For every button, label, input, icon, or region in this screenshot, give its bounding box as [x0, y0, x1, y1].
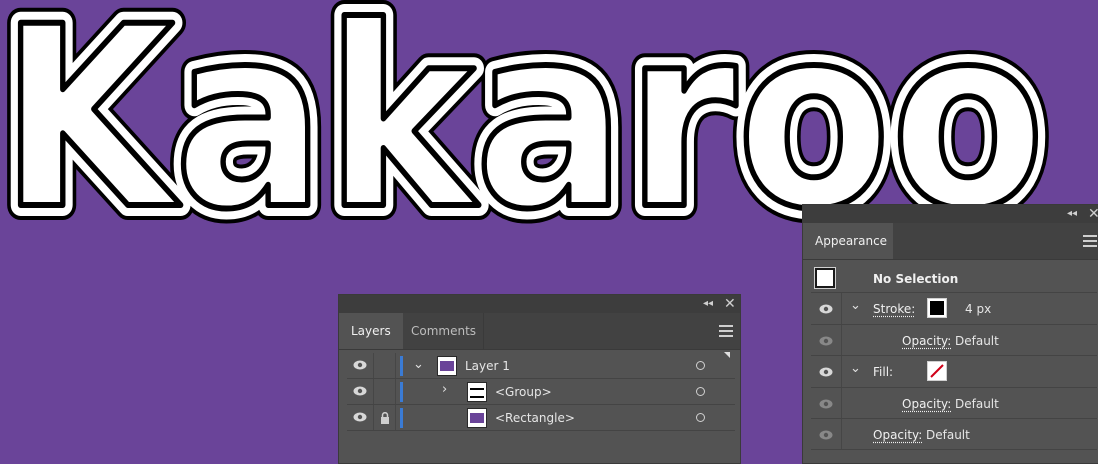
close-icon[interactable]: ✕ [1088, 205, 1098, 223]
tab-layers[interactable]: Layers [339, 313, 403, 349]
target-circle-icon[interactable] [696, 413, 705, 422]
layer-name[interactable]: <Rectangle> [495, 405, 575, 431]
collapse-panel-icon[interactable]: ◂◂ [703, 295, 713, 313]
fill-none-swatch[interactable] [927, 361, 947, 381]
selection-label: No Selection [873, 272, 959, 286]
group-thumbnail [467, 382, 487, 402]
eye-icon[interactable] [819, 336, 833, 346]
eye-icon[interactable] [819, 304, 833, 314]
chevron-down-icon[interactable]: ⌄ [850, 298, 861, 313]
appearance-panel: ◂◂ ✕ Appearance No Selection ⌄ Stroke: 4… [802, 204, 1098, 464]
stroke-label[interactable]: Stroke: [873, 302, 915, 316]
panel-menu-icon[interactable] [719, 325, 733, 337]
stroke-opacity-row[interactable]: Opacity: Default [811, 325, 1097, 356]
panel-titlebar[interactable]: ◂◂ ✕ [803, 205, 1098, 223]
fill-label[interactable]: Fill: [873, 365, 893, 379]
column-divider [395, 353, 396, 378]
opacity-value: Default [955, 397, 999, 411]
stroke-weight[interactable]: 4 px [965, 302, 991, 316]
panel-menu-icon[interactable] [1083, 235, 1097, 247]
eye-icon[interactable] [819, 430, 833, 440]
eye-icon[interactable] [819, 367, 833, 377]
tab-comments[interactable]: Comments [399, 313, 484, 349]
stroke-row[interactable]: ⌄ Stroke: 4 px [811, 293, 1097, 325]
close-icon[interactable]: ✕ [724, 295, 736, 313]
selection-row: No Selection [811, 265, 1097, 293]
opacity-value: Default [955, 334, 999, 348]
tab-appearance[interactable]: Appearance [803, 223, 893, 259]
layers-panel: ◂◂ ✕ Layers Comments ⌄ Layer 1 › <Group> [338, 294, 741, 464]
opacity-label[interactable]: Opacity: [902, 334, 951, 348]
layer-thumbnail [437, 356, 457, 376]
stroke-color-swatch[interactable] [927, 298, 947, 318]
eye-icon[interactable] [819, 399, 833, 409]
chevron-down-icon[interactable]: ⌄ [850, 361, 861, 376]
layer-color-bar [400, 408, 403, 428]
column-divider [395, 405, 396, 430]
layer-name[interactable]: <Group> [495, 379, 552, 405]
target-circle-icon[interactable] [696, 361, 705, 370]
column-divider [841, 325, 842, 355]
layer-row-group[interactable]: › <Group> [347, 379, 735, 405]
target-circle-icon[interactable] [696, 387, 705, 396]
opacity-value: Default [926, 428, 970, 442]
fill-opacity-row[interactable]: Opacity: Default [811, 388, 1097, 419]
artwork-text[interactable]: Kakaroo [0, 0, 1048, 230]
column-divider [841, 419, 842, 449]
opacity-label[interactable]: Opacity: [902, 397, 951, 411]
column-divider [841, 293, 842, 324]
appearance-tabs: Appearance [803, 223, 1098, 260]
eye-icon[interactable] [353, 412, 367, 422]
selection-thumbnail [814, 267, 836, 289]
opacity-label[interactable]: Opacity: [873, 428, 922, 442]
layer-row-rectangle[interactable]: <Rectangle> [347, 405, 735, 431]
chevron-down-icon[interactable]: ⌄ [413, 357, 424, 372]
rectangle-thumbnail [467, 408, 487, 428]
column-divider [841, 356, 842, 387]
collapse-panel-icon[interactable]: ◂◂ [1067, 205, 1077, 223]
layers-tabs: Layers Comments [339, 313, 740, 350]
lock-icon[interactable] [380, 412, 390, 424]
column-divider [373, 405, 374, 430]
artwork-canvas: Kakaroo Kakaroo Kakaroo [0, 0, 1060, 230]
panel-titlebar[interactable]: ◂◂ ✕ [339, 295, 740, 313]
eye-icon[interactable] [353, 386, 367, 396]
chevron-right-icon[interactable]: › [442, 382, 447, 397]
layer-row-layer-1[interactable]: ⌄ Layer 1 [347, 353, 735, 379]
column-divider [841, 388, 842, 418]
column-divider [395, 379, 396, 404]
layer-color-bar [400, 382, 403, 402]
layer-color-bar [400, 356, 403, 376]
eye-icon[interactable] [353, 360, 367, 370]
column-divider [373, 353, 374, 378]
fill-row[interactable]: ⌄ Fill: [811, 356, 1097, 388]
column-divider [373, 379, 374, 404]
layer-name[interactable]: Layer 1 [465, 353, 510, 379]
object-opacity-row[interactable]: Opacity: Default [811, 419, 1097, 450]
